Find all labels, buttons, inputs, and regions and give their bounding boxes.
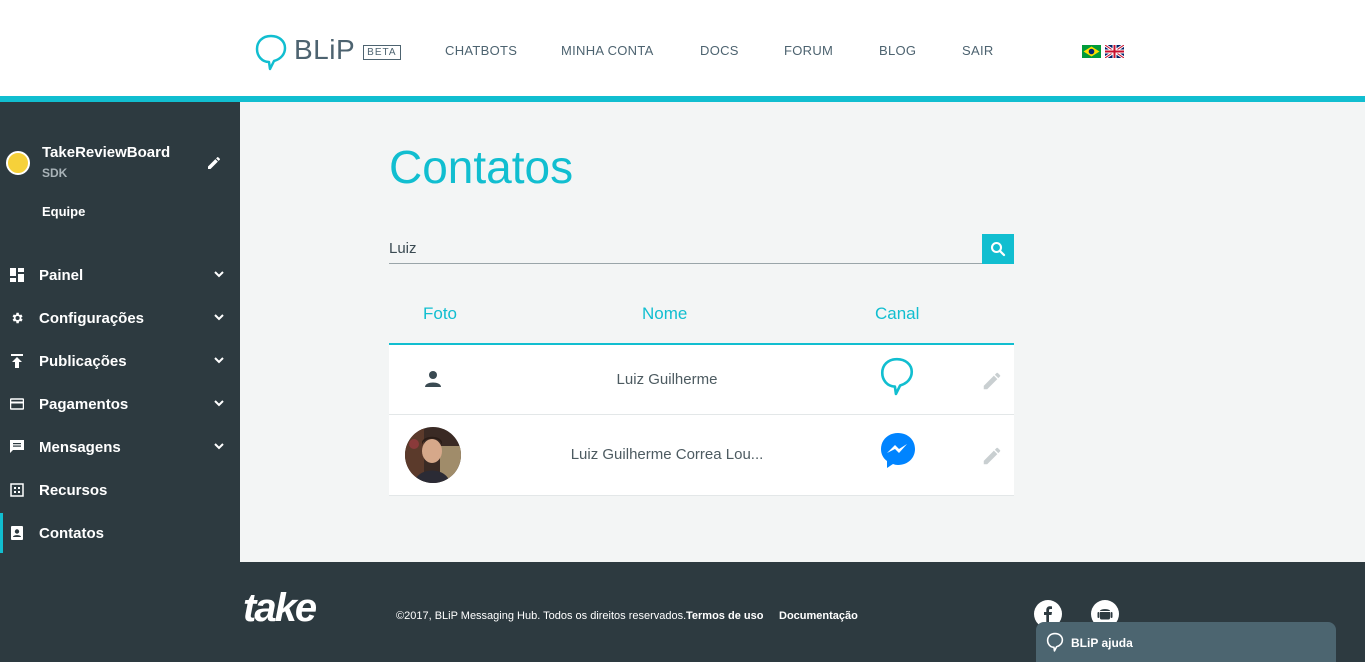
sidebar-item-contatos[interactable]: Contatos [0, 513, 240, 553]
sidebar-item-painel[interactable]: Painel [0, 255, 240, 295]
contacts-icon [11, 526, 23, 540]
chevron-down-icon [214, 443, 224, 450]
edit-contact-icon[interactable] [981, 370, 1003, 392]
footer-link-terms[interactable]: Termos de uso [686, 610, 763, 622]
sidebar-item-label: Contatos [39, 524, 104, 542]
language-switcher [1082, 45, 1124, 58]
blip-icon [880, 357, 914, 396]
dashboard-icon [10, 268, 24, 282]
gear-icon [12, 312, 23, 324]
contact-name: Luiz Guilherme Correa Lou... [570, 446, 764, 463]
chevron-down-icon [214, 314, 224, 321]
blip-bubble-icon [1046, 632, 1064, 652]
sidebar-item-pagamentos[interactable]: Pagamentos [0, 384, 240, 424]
bot-avatar [6, 151, 30, 175]
sidebar-item-label: Pagamentos [39, 395, 129, 413]
sidebar-item-label: Configurações [39, 309, 145, 327]
chevron-down-icon [214, 400, 224, 407]
table-row[interactable]: Luiz Guilherme [389, 345, 1014, 415]
nav-chatbots[interactable]: CHATBOTS [445, 43, 517, 58]
column-header-photo: Foto [423, 304, 458, 323]
help-chat-widget[interactable]: BLiP ajuda [1036, 622, 1336, 662]
nav-sair[interactable]: SAIR [962, 43, 994, 58]
top-header: BLiP BETA CHATBOTS MINHA CONTA DOCS FORU… [0, 0, 1365, 96]
edit-contact-icon[interactable] [981, 445, 1003, 467]
logo-text: BLiP [294, 34, 356, 65]
chevron-down-icon [214, 357, 224, 364]
team-link[interactable]: Equipe [42, 204, 85, 219]
bot-type: SDK [42, 166, 68, 180]
resources-icon [10, 483, 24, 497]
brazil-flag-icon[interactable] [1082, 45, 1101, 58]
publish-icon [11, 354, 23, 368]
blip-logo[interactable]: BLiP BETA [254, 33, 401, 73]
column-header-name: Nome [642, 304, 688, 323]
search-input[interactable] [389, 234, 979, 262]
sidebar-item-label: Mensagens [39, 438, 121, 456]
nav-forum[interactable]: FORUM [784, 43, 833, 58]
help-label: BLiP ajuda [1071, 636, 1133, 650]
chevron-down-icon [214, 271, 224, 278]
nav-blog[interactable]: BLOG [879, 43, 916, 58]
blip-bubble-icon [255, 34, 287, 71]
edit-bot-icon[interactable] [206, 155, 222, 171]
bot-name: TakeReviewBoard [42, 144, 171, 161]
footer-link-docs[interactable]: Documentação [779, 610, 858, 622]
footer: take ©2017, BLiP Messaging Hub. Todos os… [0, 562, 1365, 662]
messenger-icon [881, 433, 915, 468]
beta-badge: BETA [363, 45, 401, 60]
copyright-text: ©2017, BLiP Messaging Hub. Todos os dire… [396, 610, 687, 622]
credit-card-icon [10, 398, 24, 410]
take-logo[interactable]: take [243, 586, 317, 631]
sidebar-item-label: Painel [39, 266, 84, 284]
sidebar: TakeReviewBoard SDK Equipe Painel Config… [0, 102, 240, 562]
sidebar-item-configuracoes[interactable]: Configurações [0, 298, 240, 338]
search-icon [990, 241, 1006, 257]
search-button[interactable] [982, 234, 1014, 264]
sidebar-item-label: Publicações [39, 352, 127, 370]
sidebar-item-publicacoes[interactable]: Publicações [0, 341, 240, 381]
nav-minha-conta[interactable]: MINHA CONTA [561, 43, 654, 58]
column-header-channel: Canal [875, 304, 920, 323]
sidebar-item-label: Recursos [39, 481, 108, 499]
contact-name: Luiz Guilherme [616, 371, 718, 388]
table-row[interactable]: Luiz Guilherme Correa Lou... [389, 415, 1014, 496]
sidebar-item-mensagens[interactable]: Mensagens [0, 427, 240, 467]
search-bar [389, 234, 1014, 264]
sidebar-item-recursos[interactable]: Recursos [0, 470, 240, 510]
page-title: Contatos [389, 141, 574, 193]
nav-docs[interactable]: DOCS [700, 43, 739, 58]
message-icon [10, 440, 24, 453]
uk-flag-icon[interactable] [1105, 45, 1124, 58]
